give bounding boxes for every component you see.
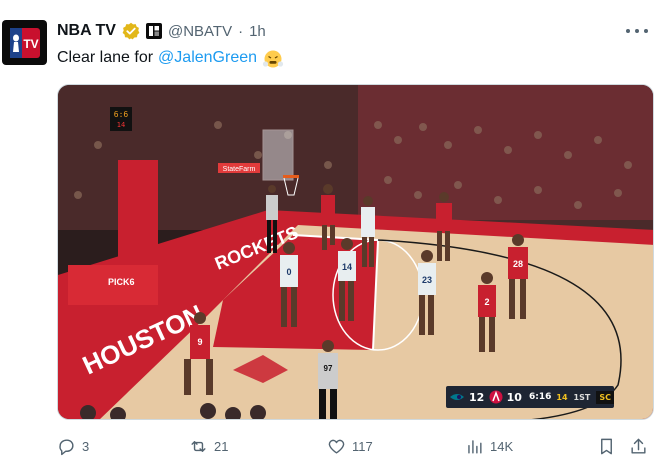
svg-text:TV: TV <box>23 37 38 51</box>
tweet[interactable]: TV NBA TV @NBATV · 1h Clear lane for @Ja… <box>0 0 660 468</box>
network-logo: SC <box>596 390 614 404</box>
tweet-text: Clear lane for @JalenGreen <box>57 47 284 69</box>
jersey-number: 14 <box>342 262 352 272</box>
jersey-number: 23 <box>422 275 432 285</box>
rockets-logo-icon <box>488 389 502 405</box>
hornets-logo-icon <box>449 389 465 405</box>
verified-badge-icon[interactable] <box>122 22 140 40</box>
view-count: 14K <box>490 438 514 454</box>
game-clock: 6:16 <box>529 392 552 402</box>
views-button[interactable]: 14K <box>465 435 513 457</box>
video-media[interactable]: HOUSTON ROCKETS PICK6 6:6 14 StateFarm 0… <box>57 84 654 420</box>
post-time[interactable]: 1h <box>249 23 266 40</box>
home-score: 10 <box>506 390 522 404</box>
repost-count: 21 <box>214 438 229 454</box>
more-options-icon[interactable] <box>626 22 648 40</box>
share-icon <box>631 438 646 454</box>
like-button[interactable]: 117 <box>327 435 373 457</box>
jersey-number: 97 <box>324 364 333 373</box>
stanchion-text: PICK6 <box>108 277 135 287</box>
quarter: 1ST <box>573 392 591 402</box>
steam-face-emoji-icon <box>262 47 284 69</box>
repost-icon <box>191 440 206 452</box>
analytics-icon <box>468 439 482 454</box>
jersey-number: 9 <box>197 337 202 347</box>
bookmark-icon <box>601 438 612 454</box>
shot-clock: 14 <box>556 392 568 402</box>
mention-link[interactable]: @JalenGreen <box>158 49 257 67</box>
like-count: 117 <box>352 438 373 454</box>
reply-count: 3 <box>82 438 90 454</box>
jersey-number: 28 <box>513 259 523 269</box>
action-bar: 3 21 117 14K <box>57 435 652 457</box>
share-button[interactable] <box>629 435 648 457</box>
scoreboard: 12 10 6:16 14 1ST SC <box>446 386 614 408</box>
jersey-number: 2 <box>484 297 489 307</box>
away-score: 12 <box>469 390 485 404</box>
shot-clock-display: 6:6 <box>114 110 129 119</box>
nba-tv-logo-icon: TV <box>9 27 40 58</box>
reply-icon <box>59 438 74 455</box>
shot-clock-sub: 14 <box>117 121 125 129</box>
bookmark-button[interactable] <box>597 435 616 457</box>
jersey-number: 0 <box>286 267 291 277</box>
author-handle[interactable]: @NBATV <box>168 23 232 40</box>
tweet-text-body: Clear lane for <box>57 49 154 66</box>
author-name[interactable]: NBA TV <box>57 22 116 40</box>
repost-button[interactable]: 21 <box>189 435 228 457</box>
sponsor-text: StateFarm <box>223 166 256 173</box>
avatar[interactable]: TV <box>2 20 47 65</box>
reply-button[interactable]: 3 <box>57 435 89 457</box>
tweet-header: NBA TV @NBATV · 1h <box>57 20 266 42</box>
affiliate-badge-icon[interactable] <box>145 23 162 39</box>
separator-dot: · <box>238 22 244 40</box>
heart-icon <box>328 439 345 454</box>
